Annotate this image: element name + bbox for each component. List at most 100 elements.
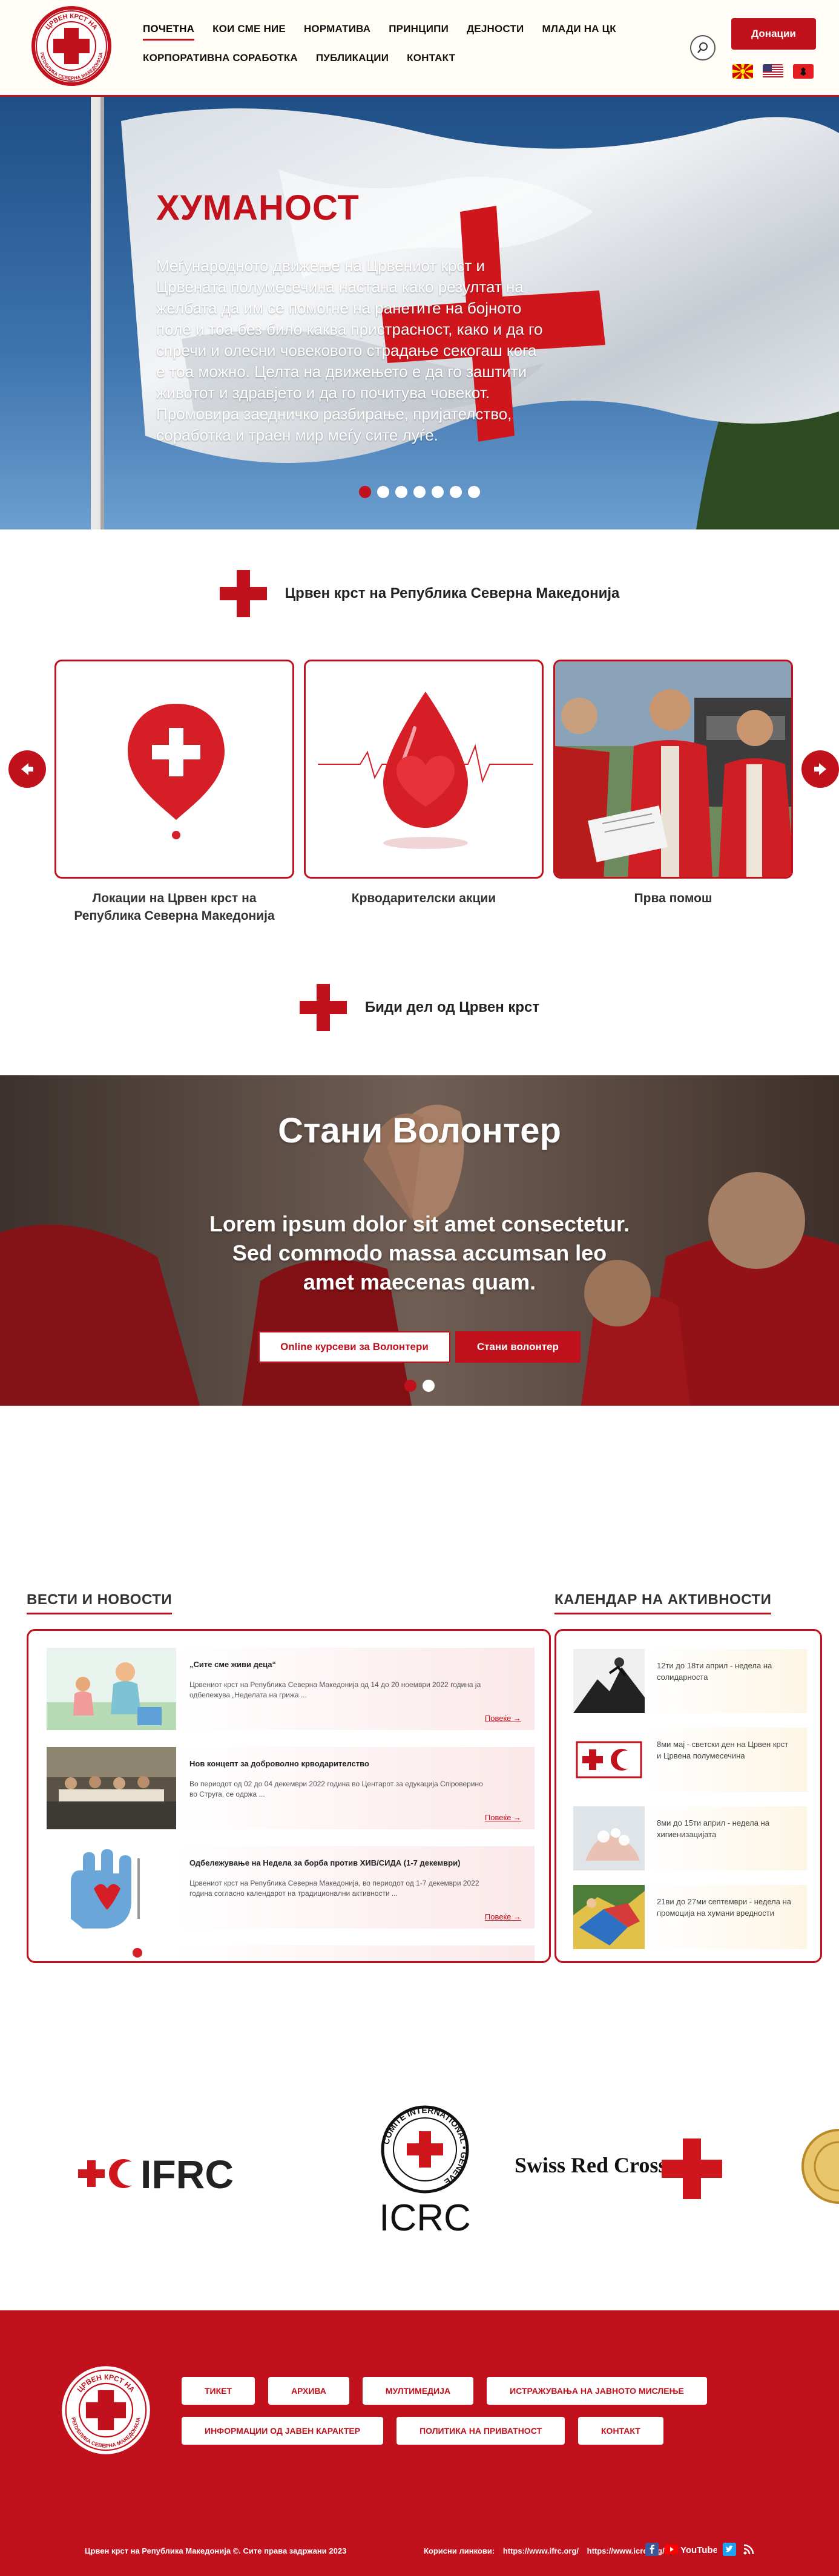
flag-usa-icon[interactable] bbox=[763, 64, 783, 79]
news-item-partial[interactable] bbox=[47, 1945, 535, 1961]
news-read-more-link[interactable]: Повеќе → bbox=[485, 1813, 521, 1822]
volunteer-text: Lorem ipsum dolor sit amet consectetur. … bbox=[209, 1211, 630, 1294]
youtube-icon[interactable]: YouTube bbox=[665, 2543, 717, 2556]
copyright-text: Црвен крст на Република Македонија ©. Си… bbox=[85, 2546, 347, 2555]
calendar-item[interactable]: 21ви до 27ми септември - недела на промо… bbox=[573, 1885, 807, 1949]
swiss-wordmark: Swiss Red Cross bbox=[515, 2153, 666, 2177]
swiss-red-cross-logo[interactable]: Swiss Red Cross bbox=[515, 2138, 722, 2199]
news-title[interactable]: Нов концепт за доброволно крводарителств… bbox=[189, 1759, 521, 1768]
first-aid-volunteers-image bbox=[555, 661, 791, 877]
news-excerpt: Во периодот од 02 до 04 декември 2022 го… bbox=[189, 1780, 483, 1798]
news-thumbnail-image bbox=[47, 1945, 176, 1961]
carousel-next-button[interactable] bbox=[801, 750, 839, 788]
nav-corporate[interactable]: КОРПОРАТИВНА СОРАБОТКА bbox=[143, 52, 298, 68]
online-courses-button[interactable]: Online курсеви за Волонтери bbox=[258, 1331, 450, 1363]
search-button[interactable] bbox=[690, 35, 716, 61]
news-heading: ВЕСТИ И НОВОСТИ bbox=[27, 1591, 173, 1614]
section-title: Биди дел од Црвен крст bbox=[364, 999, 540, 1015]
calendar-text: 8ми до 15ти април - недела на хигиенизац… bbox=[645, 1806, 807, 1870]
search-icon bbox=[697, 42, 708, 53]
hero-dot-7[interactable] bbox=[468, 486, 480, 498]
footer-bottom-bar: Црвен крст на Република Македонија ©. Си… bbox=[0, 2542, 839, 2563]
nav-regulations[interactable]: НОРМАТИВА bbox=[304, 23, 370, 41]
main-nav-row-1: ПОЧЕТНА КОИ СМЕ НИЕ НОРМАТИВА ПРИНЦИПИ Д… bbox=[143, 23, 634, 41]
icrc-logo[interactable]: COMITE INTERNATIONAL • GENEVE ICRC bbox=[379, 2105, 471, 2239]
calendar-text: 21ви до 27ми септември - недела на промо… bbox=[645, 1885, 807, 1949]
calendar-item[interactable]: 8ми мај - светски ден на Црвен крст и Цр… bbox=[573, 1728, 807, 1792]
calendar-text: 12ти до 18ти април - недела на солидарно… bbox=[645, 1649, 807, 1713]
useful-link-ifrc[interactable]: https://www.ifrc.org/ bbox=[503, 2546, 579, 2555]
news-title[interactable]: „Сите сме живи деца“ bbox=[189, 1660, 521, 1669]
news-thumbnail-image bbox=[47, 1846, 176, 1929]
news-read-more-link[interactable]: Повеќе → bbox=[485, 1714, 521, 1723]
card-locations[interactable]: Локации на Црвен крст на Република Север… bbox=[54, 660, 294, 925]
calendar-panel: 12ти до 18ти април - недела на солидарно… bbox=[554, 1629, 822, 1963]
footer-link-privacy[interactable]: ПОЛИТИКА НА ПРИВАТНОСТ bbox=[396, 2417, 565, 2445]
footer-link-public-info[interactable]: ИНФОРМАЦИИ ОД ЈАВЕН КАРАКТЕР bbox=[182, 2417, 384, 2445]
youtube-label: YouTube bbox=[680, 2545, 717, 2555]
nav-activities[interactable]: ДЕЈНОСТИ bbox=[467, 23, 524, 41]
twitter-icon[interactable] bbox=[723, 2543, 736, 2556]
flag-macedonia-icon[interactable] bbox=[732, 64, 753, 79]
hero-dot-1[interactable] bbox=[359, 486, 371, 498]
main-nav-row-2: КОРПОРАТИВНА СОРАБОТКА ПУБЛИКАЦИИ КОНТАК… bbox=[143, 52, 473, 68]
red-cross-logo[interactable]: ЦРВЕН КРСТ НА РЕПУБЛИКА СЕВЕРНА МАКЕДОНИ… bbox=[30, 5, 113, 87]
hero-dot-4[interactable] bbox=[413, 486, 426, 498]
section-title: Црвен крст на Република Северна Македони… bbox=[285, 585, 620, 601]
hero-dot-2[interactable] bbox=[377, 486, 389, 498]
nav-contact[interactable]: КОНТАКТ bbox=[407, 52, 455, 68]
site-header: ЦРВЕН КРСТ НА РЕПУБЛИКА СЕВЕРНА МАКЕДОНИ… bbox=[0, 0, 839, 97]
become-volunteer-button[interactable]: Стани волонтер bbox=[455, 1331, 581, 1363]
calendar-text: 8ми мај - светски ден на Црвен крст и Цр… bbox=[645, 1728, 807, 1792]
card-first-aid[interactable]: Прва помош bbox=[553, 660, 793, 925]
card-blood-donation[interactable]: Крводарителски акции bbox=[304, 660, 544, 925]
footer-links-row-1: ТИКЕТ АРХИВА МУЛТИМЕДИЈА ИСТРАЖУВАЊА НА … bbox=[182, 2377, 707, 2405]
footer-link-public-opinion[interactable]: ИСТРАЖУВАЊА НА ЈАВНОТО МИСЛЕЊЕ bbox=[487, 2377, 707, 2405]
macedonia-coat-of-arms-icon[interactable] bbox=[801, 2129, 839, 2204]
calendar-item[interactable]: 12ти до 18ти април - недела на солидарно… bbox=[573, 1649, 807, 1713]
arrow-left-icon bbox=[21, 763, 33, 775]
nav-youth[interactable]: МЛАДИ НА ЦК bbox=[542, 23, 616, 41]
nav-publications[interactable]: ПУБЛИКАЦИИ bbox=[316, 52, 389, 68]
footer-link-archive[interactable]: АРХИВА bbox=[268, 2377, 349, 2405]
footer-link-multimedia[interactable]: МУЛТИМЕДИЈА bbox=[362, 2377, 474, 2405]
useful-links: Корисни линкови: https://www.ifrc.org/ h… bbox=[424, 2546, 671, 2555]
volunteer-banner: Стани Волонтер Lorem ipsum dolor sit ame… bbox=[0, 1075, 839, 1406]
hero-dot-6[interactable] bbox=[450, 486, 462, 498]
ifrc-logo[interactable]: IFRC bbox=[78, 2152, 234, 2197]
services-carousel: Локации на Црвен крст на Република Север… bbox=[54, 660, 794, 925]
red-cross-icon bbox=[299, 984, 347, 1031]
nav-about[interactable]: КОИ СМЕ НИЕ bbox=[212, 23, 286, 41]
hero-dot-5[interactable] bbox=[432, 486, 444, 498]
footer-link-contact[interactable]: КОНТАКТ bbox=[578, 2417, 663, 2445]
social-links: YouTube bbox=[645, 2543, 755, 2556]
language-switcher bbox=[732, 64, 814, 79]
carousel-prev-button[interactable] bbox=[8, 750, 46, 788]
ifrc-wordmark: IFRC bbox=[140, 2152, 234, 2197]
card-label: Крводарителски акции bbox=[351, 891, 496, 905]
calendar-item[interactable]: 8ми до 15ти април - недела на хигиенизац… bbox=[573, 1806, 807, 1870]
news-read-more-link[interactable]: Повеќе → bbox=[485, 1912, 521, 1921]
news-item[interactable]: Нов концепт за доброволно крводарителств… bbox=[47, 1747, 535, 1829]
flag-albania-icon[interactable] bbox=[793, 64, 814, 79]
page: ЦРВЕН КРСТ НА РЕПУБЛИКА СЕВЕРНА МАКЕДОНИ… bbox=[0, 0, 839, 2576]
nav-principles[interactable]: ПРИНЦИПИ bbox=[389, 23, 449, 41]
footer-link-ticket[interactable]: ТИКЕТ bbox=[182, 2377, 255, 2405]
volunteer-slide-dots bbox=[0, 1380, 839, 1392]
calendar-thumbnail-image bbox=[573, 1885, 645, 1949]
news-item[interactable]: „Сите сме живи деца“ Црвениот крст на Ре… bbox=[47, 1648, 535, 1730]
calendar-thumbnail-image bbox=[573, 1649, 645, 1713]
volunteer-dot-2[interactable] bbox=[423, 1380, 435, 1392]
news-title[interactable]: Одбележување на Недела за борба против Х… bbox=[189, 1858, 521, 1867]
red-cross-icon bbox=[219, 570, 267, 617]
hero-text: Меѓународното движење на Црвениот крст и… bbox=[156, 257, 543, 444]
news-item[interactable]: Одбележување на Недела за борба против Х… bbox=[47, 1846, 535, 1929]
rss-icon[interactable] bbox=[742, 2543, 755, 2556]
donate-button[interactable]: Донации bbox=[731, 18, 816, 50]
hero-dot-3[interactable] bbox=[395, 486, 407, 498]
news-thumbnail-image bbox=[47, 1747, 176, 1829]
nav-home[interactable]: ПОЧЕТНА bbox=[143, 23, 195, 41]
volunteer-dot-1[interactable] bbox=[404, 1380, 416, 1392]
facebook-icon[interactable] bbox=[645, 2543, 659, 2556]
footer-red-cross-logo[interactable]: ЦРВЕН КРСТ НА РЕПУБЛИКА СЕВЕРНА МАКЕДОНИ… bbox=[61, 2365, 151, 2456]
